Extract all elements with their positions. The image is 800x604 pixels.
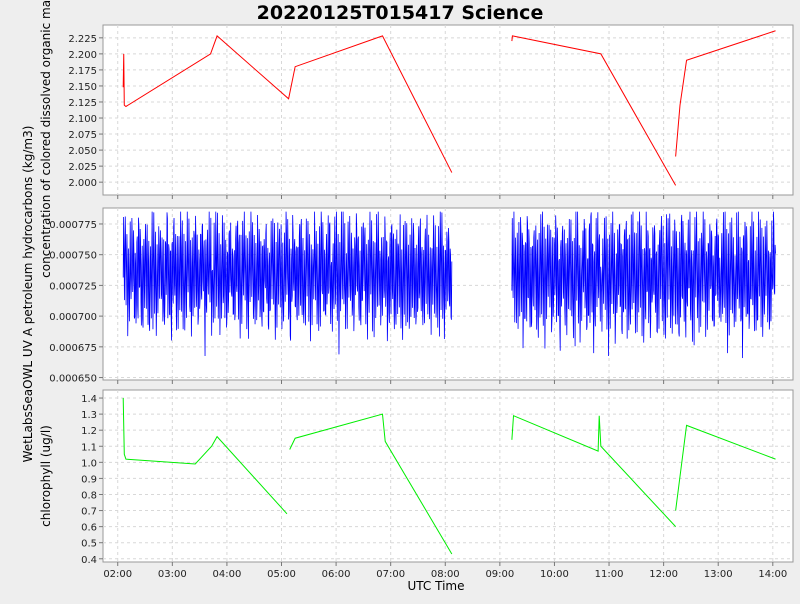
y-tick-label: 2.225 (68, 34, 97, 45)
y-tick-label: 1.1 (81, 442, 97, 453)
y-tick-label: 0.6 (81, 523, 97, 534)
x-tick-label: 04:00 (213, 569, 242, 580)
y-tick-label: 0.000725 (49, 281, 97, 292)
x-tick-label: 02:00 (103, 569, 132, 580)
plot-panels: 2.000 2.025 2.050 2.075 2.100 2.125 2.150 2.175… (21, 0, 794, 580)
x-tick-label: 07:00 (376, 569, 405, 580)
y-axis-label: WetLabsSeaOWL UV A petroleum hydrocarbon… (21, 126, 35, 463)
x-tick-label: 14:00 (758, 569, 787, 580)
x-tick-label: 06:00 (322, 569, 351, 580)
chart-title: 20220125T015417 Science (257, 2, 544, 24)
y-tick-label: 0.000650 (49, 374, 97, 385)
x-tick-label: 05:00 (267, 569, 296, 580)
y-tick-label: 1.0 (81, 458, 97, 469)
x-tick-label: 10:00 (540, 569, 569, 580)
y-tick-label: 2.075 (68, 130, 97, 141)
y-tick-label: 2.025 (68, 162, 97, 173)
y-tick-label: 0.5 (81, 539, 97, 550)
x-axis-label: UTC Time (408, 579, 465, 593)
y-tick-label: 2.000 (68, 178, 97, 189)
plot-area (102, 24, 794, 196)
x-tick-label: 11:00 (595, 569, 624, 580)
y-tick-label: 2.200 (68, 50, 97, 61)
x-tick-label: 03:00 (158, 569, 187, 580)
y-tick-label: 1.3 (81, 410, 97, 421)
y-tick-label: 2.125 (68, 98, 97, 109)
y-tick-label: 0.7 (81, 507, 97, 518)
x-tick-label: 08:00 (431, 569, 460, 580)
y-tick-label: 0.000700 (49, 312, 97, 323)
chart-figure: 20220125T015417 Science UTC Time 2.000 2.… (0, 0, 800, 600)
y-tick-label: 0.9 (81, 474, 97, 485)
y-tick-label: 2.050 (68, 146, 97, 157)
x-tick-label: 12:00 (649, 569, 678, 580)
y-tick-label: 0.4 (81, 555, 97, 566)
y-tick-label: 0.8 (81, 490, 97, 501)
y-tick-label: 0.000775 (49, 220, 97, 231)
x-tick-label: 09:00 (485, 569, 514, 580)
chart-svg: 20220125T015417 Science UTC Time 2.0002.… (0, 0, 800, 600)
panel-3: 0.4 0.5 0.6 0.7 0.8 0.9 1.0 1.1 1.2 1.3 1.4 chlorop… (39, 389, 794, 566)
y-tick-label: 2.100 (68, 114, 97, 125)
y-tick-label: 2.175 (68, 66, 97, 77)
y-axis-label: concentration of colored dissolved organ… (39, 0, 53, 278)
y-tick-label: 2.150 (68, 82, 97, 93)
x-tick-label: 13:00 (704, 569, 733, 580)
plot-area (102, 389, 794, 563)
y-tick-label: 0.000675 (49, 343, 97, 354)
y-tick-label: 0.000750 (49, 251, 97, 262)
y-axis-label: chlorophyll (ug/l) (39, 425, 53, 527)
y-tick-label: 1.4 (81, 394, 97, 405)
y-tick-label: 1.2 (81, 426, 97, 437)
